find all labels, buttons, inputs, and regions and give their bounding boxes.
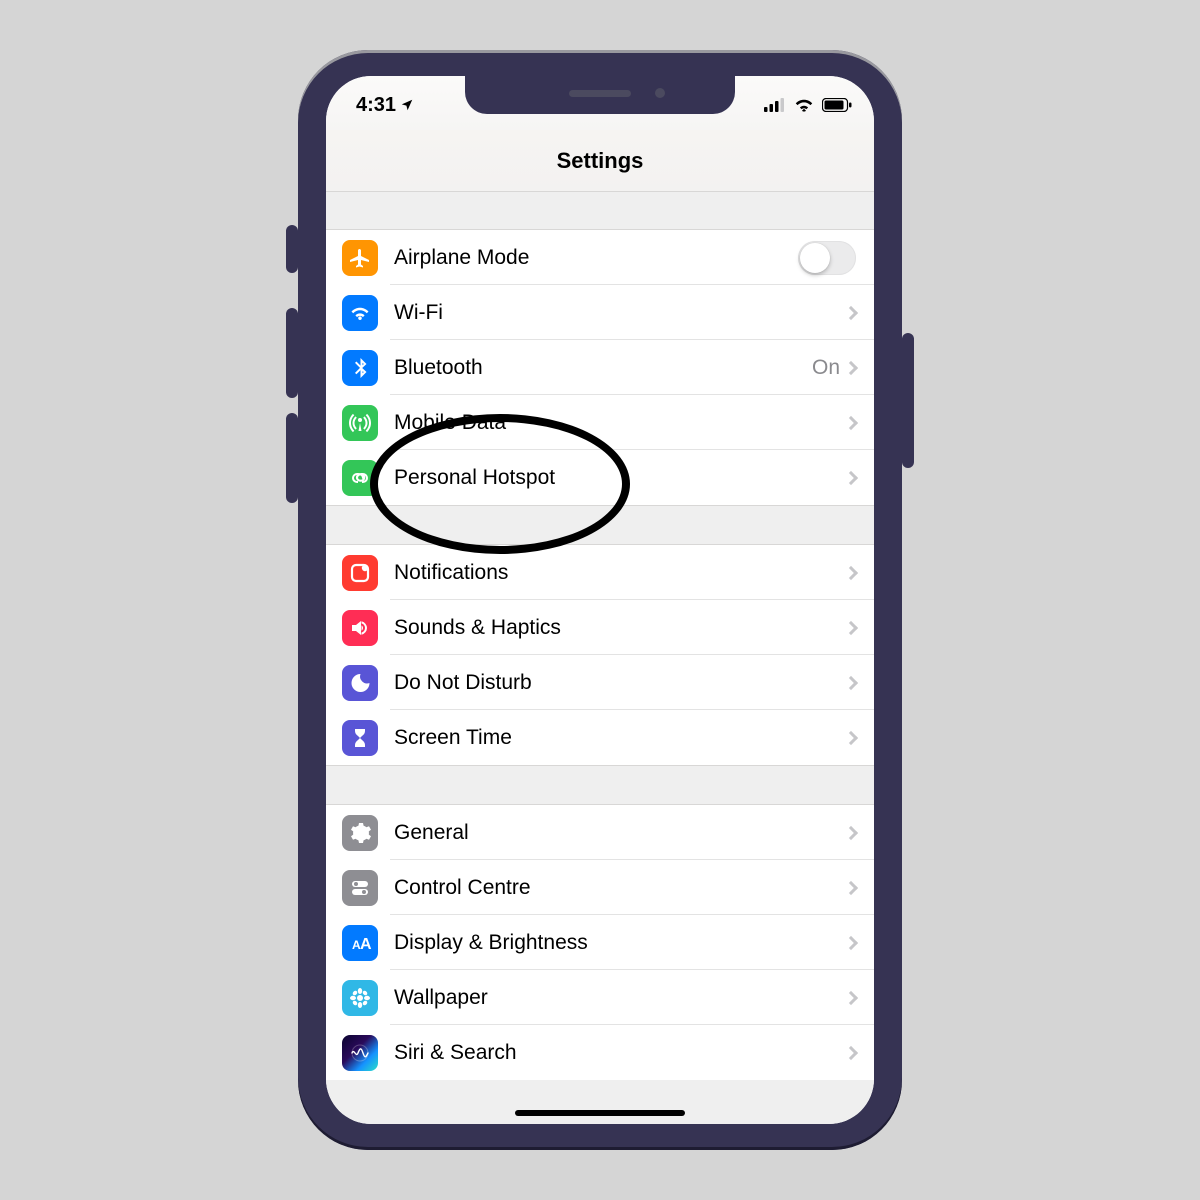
- row-screen-time[interactable]: Screen Time: [326, 710, 874, 765]
- power-button: [902, 333, 914, 468]
- chevron-right-icon: [844, 880, 858, 894]
- row-label: Siri & Search: [394, 1041, 846, 1065]
- row-personal-hotspot[interactable]: Personal Hotspot: [326, 450, 874, 505]
- row-label: Control Centre: [394, 876, 846, 900]
- row-do-not-disturb[interactable]: Do Not Disturb: [326, 655, 874, 710]
- settings-group-notifications: Notifications Sounds & Haptics Do Not Di…: [326, 545, 874, 765]
- earpiece: [569, 90, 631, 97]
- row-bluetooth[interactable]: Bluetooth On: [326, 340, 874, 395]
- row-notifications[interactable]: Notifications: [326, 545, 874, 600]
- clock-label: 4:31: [356, 94, 396, 117]
- row-general[interactable]: General: [326, 805, 874, 860]
- cellular-signal-icon: [764, 98, 786, 112]
- siri-icon: [342, 1035, 378, 1071]
- wifi-icon: [342, 295, 378, 331]
- settings-group-general: General Control Centre AA Display & Brig…: [326, 805, 874, 1080]
- gear-icon: [342, 815, 378, 851]
- row-label: Personal Hotspot: [394, 466, 846, 490]
- phone-frame: 4:31 S: [298, 50, 902, 1150]
- airplane-switch[interactable]: [798, 241, 856, 275]
- page-title: Settings: [557, 148, 644, 174]
- chevron-right-icon: [844, 675, 858, 689]
- antenna-icon: [342, 405, 378, 441]
- row-mobile-data[interactable]: Mobile Data: [326, 395, 874, 450]
- wifi-status-icon: [794, 98, 814, 112]
- row-label: Do Not Disturb: [394, 671, 846, 695]
- home-indicator[interactable]: [515, 1110, 685, 1116]
- chevron-right-icon: [844, 620, 858, 634]
- row-control-centre[interactable]: Control Centre: [326, 860, 874, 915]
- chevron-right-icon: [844, 305, 858, 319]
- settings-group-connectivity: Airplane Mode Wi-Fi Bluetooth On: [326, 230, 874, 505]
- row-label: Display & Brightness: [394, 931, 846, 955]
- section-gap: [326, 765, 874, 805]
- row-label: Wi-Fi: [394, 301, 846, 325]
- chevron-right-icon: [844, 1045, 858, 1059]
- notch: [465, 76, 735, 114]
- section-gap: [326, 505, 874, 545]
- section-gap: [326, 192, 874, 230]
- chevron-right-icon: [844, 360, 858, 374]
- row-siri-search[interactable]: Siri & Search: [326, 1025, 874, 1080]
- row-label: Screen Time: [394, 726, 846, 750]
- screen: 4:31 S: [326, 76, 874, 1124]
- row-display-brightness[interactable]: AA Display & Brightness: [326, 915, 874, 970]
- notifications-icon: [342, 555, 378, 591]
- row-wallpaper[interactable]: Wallpaper: [326, 970, 874, 1025]
- switches-icon: [342, 870, 378, 906]
- row-label: Bluetooth: [394, 356, 812, 380]
- hourglass-icon: [342, 720, 378, 756]
- row-label: Wallpaper: [394, 986, 846, 1010]
- volume-up-button: [286, 308, 298, 398]
- chevron-right-icon: [844, 825, 858, 839]
- airplane-icon: [342, 240, 378, 276]
- status-time: 4:31: [356, 94, 414, 117]
- row-sounds-haptics[interactable]: Sounds & Haptics: [326, 600, 874, 655]
- row-detail: On: [812, 356, 840, 380]
- mute-switch: [286, 225, 298, 273]
- bluetooth-icon: [342, 350, 378, 386]
- location-arrow-icon: [400, 98, 414, 112]
- moon-icon: [342, 665, 378, 701]
- textsize-icon: AA: [342, 925, 378, 961]
- row-label: Notifications: [394, 561, 846, 585]
- nav-bar: Settings: [326, 130, 874, 192]
- row-wifi[interactable]: Wi-Fi: [326, 285, 874, 340]
- speaker-icon: [342, 610, 378, 646]
- row-label: Sounds & Haptics: [394, 616, 846, 640]
- chevron-right-icon: [844, 990, 858, 1004]
- svg-text:A: A: [360, 936, 372, 953]
- chevron-right-icon: [844, 565, 858, 579]
- row-label: General: [394, 821, 846, 845]
- chevron-right-icon: [844, 730, 858, 744]
- row-label: Mobile Data: [394, 411, 846, 435]
- volume-down-button: [286, 413, 298, 503]
- row-airplane-mode[interactable]: Airplane Mode: [326, 230, 874, 285]
- flower-icon: [342, 980, 378, 1016]
- hotspot-icon: [342, 460, 378, 496]
- battery-icon: [822, 98, 852, 112]
- front-camera: [655, 88, 665, 98]
- chevron-right-icon: [844, 935, 858, 949]
- row-label: Airplane Mode: [394, 246, 798, 270]
- chevron-right-icon: [844, 415, 858, 429]
- chevron-right-icon: [844, 470, 858, 484]
- settings-content[interactable]: Airplane Mode Wi-Fi Bluetooth On: [326, 192, 874, 1124]
